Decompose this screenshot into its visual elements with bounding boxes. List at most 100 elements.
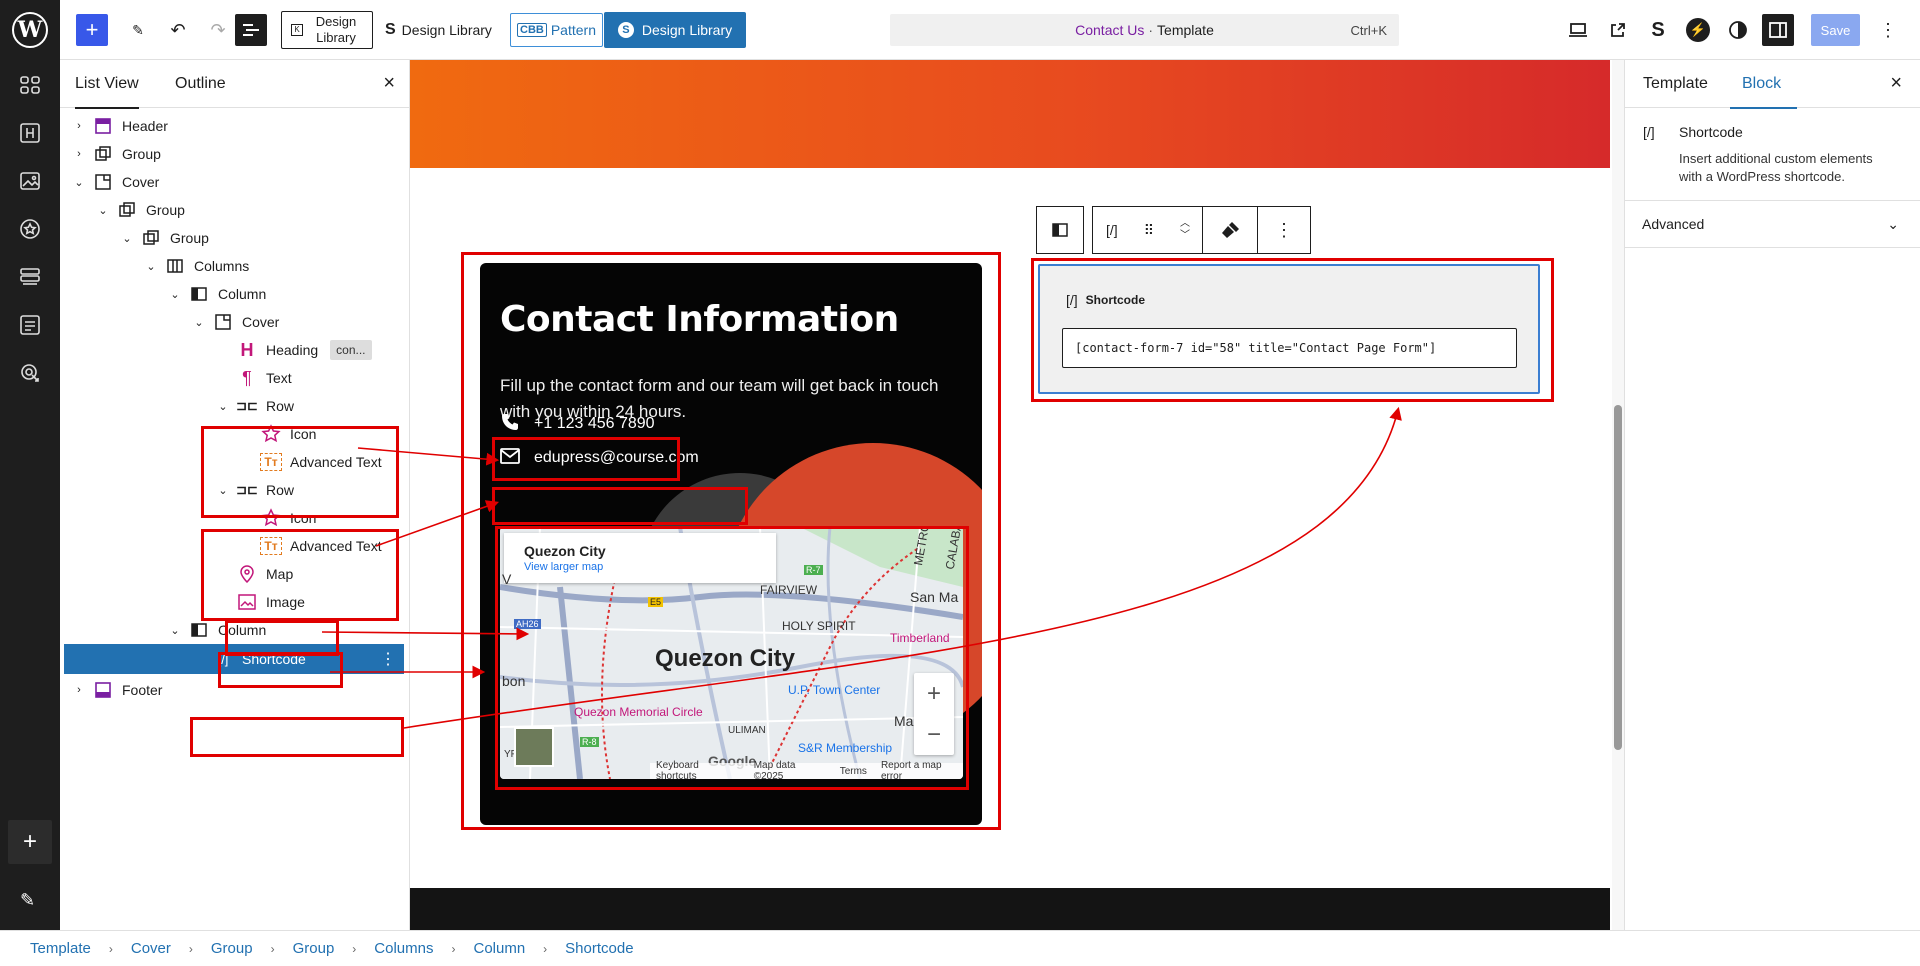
move-up-down-icon[interactable]: ︿ ﹀ — [1180, 218, 1190, 242]
chevron-right-icon[interactable]: › — [72, 148, 86, 160]
settings-sidebar-toggle-icon[interactable] — [1762, 14, 1794, 46]
advanced-panel-toggle[interactable]: Advanced ⌄ — [1625, 200, 1920, 248]
breadcrumb-item[interactable]: Shortcode — [565, 940, 633, 957]
block-options-kebab-icon[interactable]: ⋮ — [1257, 206, 1311, 254]
command-palette-bar[interactable]: Contact Us · Template Ctrl+K — [890, 14, 1399, 46]
tab-outline[interactable]: Outline — [175, 60, 226, 108]
breadcrumb-item[interactable]: Template — [30, 940, 91, 957]
tree-item-icon[interactable]: Icon — [64, 420, 404, 448]
desktop-preview-icon[interactable] — [1562, 14, 1594, 46]
close-icon[interactable]: × — [1890, 72, 1902, 95]
chevron-down-icon[interactable]: ⌄ — [216, 400, 230, 413]
tree-item-shortcode[interactable]: [/] Shortcode ⋮ — [64, 644, 404, 674]
close-icon[interactable]: × — [383, 72, 395, 95]
footer-template-part[interactable] — [410, 888, 1610, 930]
breadcrumb-item[interactable]: Group — [293, 940, 335, 957]
tree-item-column[interactable]: ⌄ Column — [64, 280, 404, 308]
tree-item-row[interactable]: ⌄ ⊐⊏ Row — [64, 476, 404, 504]
media-icon[interactable] — [18, 169, 42, 193]
phone-row[interactable]: +1 123 456 7890 — [500, 410, 655, 438]
tree-item-advanced-text[interactable]: Tт Advanced Text — [64, 532, 404, 560]
breadcrumb-item[interactable]: Cover — [131, 940, 171, 957]
breadcrumb-item[interactable]: Column — [473, 940, 525, 957]
tab-template[interactable]: Template — [1643, 60, 1708, 108]
design-library-button-outline[interactable]: K Design Library — [281, 11, 373, 49]
stack-icon[interactable] — [18, 265, 42, 289]
document-overview-button[interactable] — [235, 14, 267, 46]
breadcrumb-item[interactable]: Group — [211, 940, 253, 957]
wordpress-logo-icon[interactable]: W — [12, 12, 48, 48]
shortcode-icon[interactable]: [/] — [1106, 222, 1118, 238]
breadcrumb-item[interactable]: Columns — [374, 940, 433, 957]
cbb-pattern-button[interactable]: CBB Pattern — [510, 13, 603, 47]
form-icon[interactable] — [18, 313, 42, 337]
tree-item-cover[interactable]: ⌄ Cover — [64, 168, 404, 196]
cursor-target-icon[interactable] — [18, 361, 42, 385]
tree-item-row[interactable]: ⌄ ⊐⊏ Row — [64, 392, 404, 420]
shortcode-block[interactable]: [/] Shortcode [contact-form-7 id="58" ti… — [1038, 264, 1540, 394]
item-options-kebab-icon[interactable]: ⋮ — [380, 649, 396, 669]
chevron-down-icon[interactable]: ⌄ — [96, 204, 110, 217]
undo-icon[interactable]: ↶ — [162, 12, 194, 48]
stackable-icon[interactable]: S — [1642, 14, 1674, 46]
design-library-button[interactable]: S Design Library — [385, 12, 492, 48]
chevron-down-icon[interactable]: ⌄ — [168, 624, 182, 637]
tree-item-columns[interactable]: ⌄ Columns — [64, 252, 404, 280]
tab-block[interactable]: Block — [1729, 60, 1798, 109]
canvas-scrollbar-thumb[interactable] — [1614, 405, 1622, 750]
tree-item-group[interactable]: › Group — [64, 140, 404, 168]
chevron-down-icon[interactable]: ⌄ — [168, 288, 182, 301]
options-kebab-icon[interactable]: ⋮ — [1872, 14, 1904, 46]
chevron-right-icon[interactable]: › — [72, 684, 86, 696]
report-map-error-link[interactable]: Report a map error — [881, 760, 963, 779]
terms-link[interactable]: Terms — [840, 766, 867, 777]
keyboard-shortcuts-link[interactable]: Keyboard shortcuts — [656, 760, 740, 779]
tree-item-group[interactable]: ⌄ Group — [64, 224, 404, 252]
add-block-icon[interactable]: + — [8, 820, 52, 864]
save-button[interactable]: Save — [1811, 14, 1860, 46]
tree-item-image[interactable]: Image — [64, 588, 404, 616]
tree-item-advanced-text[interactable]: Tт Advanced Text — [64, 448, 404, 476]
contact-heading[interactable]: Contact Information — [500, 299, 899, 340]
chevron-down-icon[interactable]: ⌄ — [192, 316, 206, 329]
paint-brush-icon[interactable] — [1202, 206, 1258, 254]
hero-gradient-cover[interactable] — [410, 60, 1610, 168]
patterns-icon[interactable] — [18, 73, 42, 97]
zoom-in-button[interactable]: + — [927, 680, 941, 708]
redo-icon[interactable]: ↷ — [202, 12, 234, 48]
editor-canvas[interactable]: Contact Information Fill up the contact … — [410, 60, 1610, 930]
contact-info-card[interactable]: Contact Information Fill up the contact … — [480, 263, 982, 825]
tree-item-icon[interactable]: Icon — [64, 504, 404, 532]
tools-pen-icon[interactable]: ✎ — [122, 12, 154, 48]
external-view-icon[interactable] — [1602, 14, 1634, 46]
tree-item-text[interactable]: ¶ Text — [64, 364, 404, 392]
chevron-right-icon[interactable]: › — [72, 120, 86, 132]
tree-item-map[interactable]: Map — [64, 560, 404, 588]
zoom-out-button[interactable]: − — [927, 721, 941, 749]
template-title-link[interactable]: Contact Us — [1075, 22, 1144, 38]
badge-star-icon[interactable] — [18, 217, 42, 241]
embedded-map[interactable]: Quezon City View larger map FAIRVIEW MET… — [500, 527, 963, 779]
chevron-down-icon[interactable]: ⌄ — [120, 232, 134, 245]
tree-item-header[interactable]: › Header — [64, 112, 404, 140]
drag-handle-icon[interactable]: ⠿ — [1144, 222, 1154, 239]
map-zoom-controls[interactable]: + − — [914, 673, 954, 755]
tree-item-heading[interactable]: H Heading con... — [64, 336, 404, 364]
tab-list-view[interactable]: List View — [75, 60, 139, 109]
tree-item-column[interactable]: ⌄ Column — [64, 616, 404, 644]
block-inserter-button[interactable]: + — [76, 14, 108, 46]
email-row[interactable]: edupress@course.com — [500, 444, 699, 472]
heading-block-icon[interactable] — [18, 121, 42, 145]
chevron-down-icon[interactable]: ⌄ — [72, 176, 86, 189]
edit-pen-icon[interactable]: ✎ — [20, 890, 35, 911]
bolt-plugin-icon[interactable]: ⚡ — [1682, 14, 1714, 46]
tree-item-footer[interactable]: › Footer — [64, 676, 404, 704]
shortcode-input[interactable]: [contact-form-7 id="58" title="Contact P… — [1062, 328, 1517, 368]
satellite-toggle-thumbnail[interactable] — [514, 727, 554, 767]
chevron-down-icon[interactable]: ⌄ — [216, 484, 230, 497]
tree-item-cover[interactable]: ⌄ Cover — [64, 308, 404, 336]
view-larger-map-link[interactable]: View larger map — [524, 561, 756, 573]
contrast-styles-icon[interactable] — [1722, 14, 1754, 46]
parent-column-selector-icon[interactable] — [1036, 206, 1084, 254]
tree-item-group[interactable]: ⌄ Group — [64, 196, 404, 224]
